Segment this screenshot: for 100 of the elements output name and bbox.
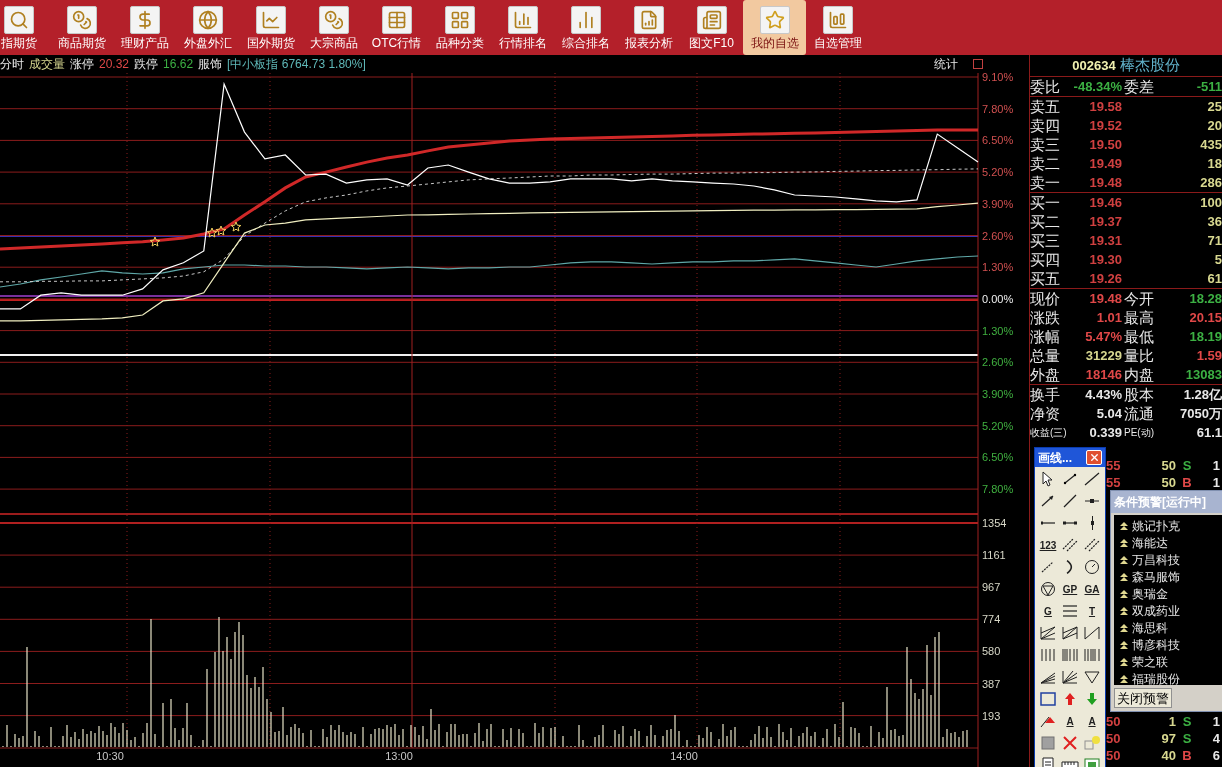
ask-label: 卖三 bbox=[1030, 135, 1061, 155]
rectangle-icon bbox=[1039, 691, 1057, 707]
search-icon bbox=[3, 5, 34, 34]
trade-price: 50 bbox=[1106, 730, 1122, 748]
line-chart-icon bbox=[255, 5, 286, 34]
draw-tool-button[interactable]: GA bbox=[1081, 579, 1103, 599]
field-label: 内盘 bbox=[1124, 365, 1155, 385]
alert-item[interactable]: 奥瑞金 bbox=[1114, 585, 1222, 602]
price-value: 19.26 bbox=[1088, 270, 1123, 288]
alert-item[interactable]: 海思科 bbox=[1114, 619, 1222, 636]
ask-label: 卖四 bbox=[1030, 116, 1061, 136]
trade-side: S bbox=[1181, 713, 1193, 731]
alert-item[interactable]: 姚记扑克 bbox=[1114, 517, 1222, 534]
volume-value: 286 bbox=[1199, 174, 1222, 192]
toolbar-button[interactable]: 指期货 bbox=[0, 0, 50, 55]
axis-label: 1.30% bbox=[982, 324, 1014, 337]
trade-side: S bbox=[1181, 730, 1193, 748]
toolbar-button[interactable]: 商品期货 bbox=[50, 0, 113, 55]
alert-item[interactable]: 万昌科技 bbox=[1114, 551, 1222, 568]
window-title: 画线... bbox=[1038, 449, 1072, 467]
axis-label: 967 bbox=[982, 581, 1001, 594]
info-text: 服饰 bbox=[198, 56, 223, 73]
window-title: 条件预警[运行中] bbox=[1114, 494, 1206, 511]
toolbar-button[interactable]: 行情排名 bbox=[491, 0, 554, 55]
diagonal-line-icon bbox=[1061, 493, 1079, 509]
time-label: 10:30 bbox=[96, 750, 124, 762]
toolbar-button[interactable]: 综合排名 bbox=[554, 0, 617, 55]
field-value: 5.04 bbox=[1095, 405, 1123, 423]
field-label: 换手 bbox=[1030, 385, 1061, 405]
alert-item[interactable]: 荣之联 bbox=[1114, 653, 1222, 670]
stats-button[interactable]: 统计 bbox=[934, 55, 958, 73]
axis-label: 774 bbox=[982, 613, 1001, 626]
info-text: 分时 bbox=[0, 56, 24, 73]
toolbar-button[interactable]: 我的自选 bbox=[743, 0, 806, 55]
double-caret-icon bbox=[1120, 538, 1128, 547]
alert-item[interactable]: 双成药业 bbox=[1114, 602, 1222, 619]
trade-side: B bbox=[1181, 474, 1193, 492]
star-icon bbox=[215, 225, 227, 236]
field-label: 量比 bbox=[1124, 346, 1155, 366]
close-icon bbox=[1088, 452, 1100, 463]
double-caret-icon bbox=[1120, 521, 1128, 530]
toolbar-button[interactable]: 国外期货 bbox=[239, 0, 302, 55]
trade-price: 55 bbox=[1106, 457, 1122, 475]
toolbar-button[interactable]: 图文F10 bbox=[680, 0, 743, 55]
axis-label: 9.10% bbox=[982, 73, 1014, 83]
price-value: 19.30 bbox=[1088, 251, 1123, 269]
axis-label: 3.90% bbox=[982, 197, 1014, 210]
draw-tool-button[interactable]: 123 bbox=[1037, 535, 1059, 555]
alert-item[interactable]: 福瑞股份 bbox=[1114, 670, 1222, 687]
toolbar-button[interactable]: 品种分类 bbox=[428, 0, 491, 55]
toolbar-button[interactable]: 自选管理 bbox=[806, 0, 869, 55]
trade-volume: 97 bbox=[1160, 730, 1176, 748]
trade-count: 4 bbox=[1211, 730, 1221, 748]
field-value: 18.19 bbox=[1188, 328, 1222, 346]
star-icon bbox=[206, 227, 218, 238]
globe-icon bbox=[192, 5, 223, 34]
volume-value: 100 bbox=[1199, 194, 1222, 212]
vertical-lines-icon bbox=[1039, 647, 1057, 663]
trade-count: 1 bbox=[1211, 474, 1221, 492]
volume-value: 61 bbox=[1206, 270, 1222, 288]
draw-tool-button[interactable]: GP bbox=[1059, 579, 1081, 599]
alert-item[interactable]: 博彦科技 bbox=[1114, 636, 1222, 653]
info-text: 16.62 bbox=[163, 56, 194, 73]
bar-chart-icon bbox=[570, 5, 601, 34]
toolbar-button[interactable]: 大宗商品 bbox=[302, 0, 365, 55]
field-label: 委比 bbox=[1030, 77, 1061, 97]
alert-item[interactable]: 海能达 bbox=[1114, 534, 1222, 551]
field-label: 委差 bbox=[1124, 77, 1155, 97]
close-button[interactable] bbox=[1086, 450, 1102, 465]
axis-label: 387 bbox=[982, 677, 1001, 690]
double-caret-icon bbox=[1120, 555, 1128, 564]
info-text: [中小板指 6764.73 1.80%] bbox=[227, 56, 366, 73]
toolbar-button[interactable]: 报表分析 bbox=[617, 0, 680, 55]
draw-tool-button[interactable]: A bbox=[1059, 711, 1081, 731]
toolbar-button[interactable]: 外盘外汇 bbox=[176, 0, 239, 55]
volume-value: 18 bbox=[1206, 155, 1222, 173]
triangle-icon bbox=[1083, 669, 1101, 685]
star-icon bbox=[149, 236, 161, 247]
volume-value: 25 bbox=[1206, 98, 1222, 116]
dollar-icon bbox=[129, 5, 160, 34]
field-value: 5.47% bbox=[1084, 328, 1123, 346]
trade-price: 50 bbox=[1106, 747, 1122, 765]
toolbar-button[interactable]: 理财产品 bbox=[113, 0, 176, 55]
field-label: 今开 bbox=[1124, 289, 1155, 309]
circle-icon bbox=[1083, 559, 1101, 575]
draw-tool-button[interactable]: G bbox=[1037, 601, 1059, 621]
draw-tool-button[interactable]: A bbox=[1081, 711, 1103, 731]
price-value: 19.37 bbox=[1088, 213, 1123, 231]
toolbar-button[interactable]: OTC行情 bbox=[365, 0, 428, 55]
close-alert-button[interactable]: 关闭预警 bbox=[1114, 688, 1172, 708]
draw-tool-button[interactable]: T bbox=[1081, 601, 1103, 621]
coins-icon bbox=[318, 5, 349, 34]
field-label: 外盘 bbox=[1030, 365, 1061, 385]
volume-value: 36 bbox=[1206, 213, 1222, 231]
alert-item[interactable]: 森马服饰 bbox=[1114, 568, 1222, 585]
price-value: 19.50 bbox=[1088, 136, 1123, 154]
field-label: 收益(三) bbox=[1030, 426, 1068, 441]
field-label: 总量 bbox=[1030, 346, 1061, 366]
ask-label: 卖一 bbox=[1030, 173, 1061, 193]
time-label: 14:00 bbox=[670, 750, 698, 762]
